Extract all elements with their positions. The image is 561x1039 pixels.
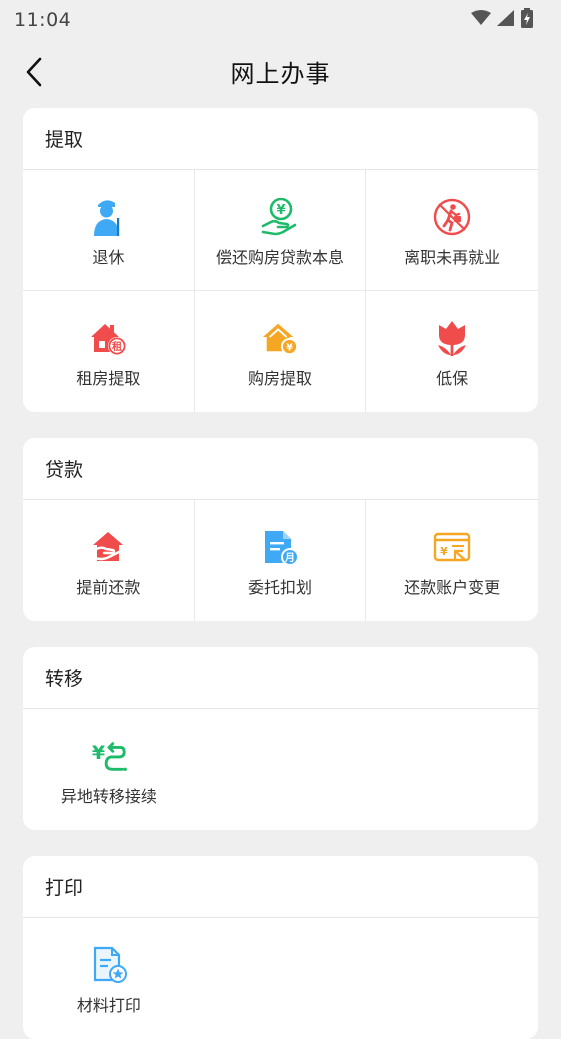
- back-button[interactable]: [18, 54, 50, 90]
- item-label: 还款账户变更: [404, 578, 501, 597]
- section-title: 打印: [23, 856, 538, 918]
- svg-text:¥: ¥: [92, 742, 105, 764]
- item-grid: 提前还款 月 委托扣划 ¥ 还款账户变更: [23, 500, 538, 621]
- chevron-left-icon: [26, 57, 42, 87]
- item-material-print[interactable]: 材料打印: [23, 918, 195, 1039]
- tulip-icon: [433, 319, 471, 357]
- item-label: 低保: [436, 369, 469, 388]
- item-label: 租房提取: [76, 369, 141, 388]
- svg-text:¥: ¥: [286, 342, 293, 353]
- item-label: 异地转移接续: [60, 787, 157, 806]
- page-title: 网上办事: [230, 59, 331, 88]
- item-subsistence-allowance[interactable]: 低保: [366, 291, 538, 412]
- item-label: 提前还款: [76, 578, 141, 597]
- status-time: 11:04: [14, 9, 72, 31]
- resign-icon: [433, 198, 471, 236]
- monthly-doc-icon: 月: [261, 528, 299, 566]
- svg-text:¥: ¥: [440, 545, 448, 558]
- svg-text:月: 月: [284, 552, 295, 564]
- svg-text:租: 租: [112, 340, 122, 353]
- item-label: 材料打印: [76, 996, 141, 1015]
- item-label: 偿还购房贷款本息: [215, 248, 344, 267]
- section-transfer: 转移 ¥ 异地转移接续: [23, 647, 538, 830]
- item-retire[interactable]: 退休: [23, 170, 195, 291]
- account-change-icon: ¥: [433, 528, 471, 566]
- item-label: 委托扣划: [247, 578, 312, 597]
- item-buy-house[interactable]: ¥ 购房提取: [195, 291, 367, 412]
- item-rent-house[interactable]: 租 租房提取: [23, 291, 195, 412]
- item-repay-loan[interactable]: ¥ 偿还购房贷款本息: [194, 170, 367, 291]
- item-label: 购房提取: [247, 369, 312, 388]
- section-print: 打印 材料打印: [23, 856, 538, 1039]
- item-resign[interactable]: 离职未再就业: [366, 170, 538, 291]
- status-bar: 11:04: [0, 0, 561, 40]
- item-prepay[interactable]: 提前还款: [23, 500, 195, 621]
- item-label: 退休: [92, 248, 125, 267]
- item-remote-transfer[interactable]: ¥ 异地转移接续: [23, 709, 195, 830]
- item-grid: 材料打印: [23, 918, 538, 1039]
- section-title: 转移: [23, 647, 538, 709]
- item-account-change[interactable]: ¥ 还款账户变更: [366, 500, 538, 621]
- print-doc-icon: [90, 946, 128, 984]
- svg-text:¥: ¥: [276, 203, 285, 218]
- wifi-icon: [471, 10, 491, 30]
- item-entrusted-deduction[interactable]: 月 委托扣划: [195, 500, 367, 621]
- item-grid: 退休 ¥ 偿还购房贷款本息 离职未再就业 租 租房提取 ¥ 购房提取 低保: [23, 170, 538, 412]
- transfer-icon: ¥: [90, 737, 128, 775]
- item-grid: ¥ 异地转移接续: [23, 709, 538, 830]
- section-withdraw: 提取 退休 ¥ 偿还购房贷款本息 离职未再就业 租 租房提取 ¥ 购房提取 低保: [23, 108, 538, 412]
- status-icons: [471, 8, 533, 32]
- repay-loan-icon: ¥: [261, 198, 299, 236]
- nav-bar: 网上办事: [0, 40, 561, 102]
- battery-charging-icon: [521, 8, 533, 32]
- cellular-signal-icon: [497, 10, 515, 30]
- prepay-icon: [89, 528, 127, 566]
- section-title: 提取: [23, 108, 538, 170]
- buy-house-icon: ¥: [261, 319, 299, 357]
- item-label: 离职未再就业: [404, 248, 501, 267]
- section-title: 贷款: [23, 438, 538, 500]
- rent-house-icon: 租: [89, 319, 127, 357]
- retire-icon: [89, 198, 127, 236]
- section-loan: 贷款 提前还款 月 委托扣划 ¥ 还款账户变更: [23, 438, 538, 621]
